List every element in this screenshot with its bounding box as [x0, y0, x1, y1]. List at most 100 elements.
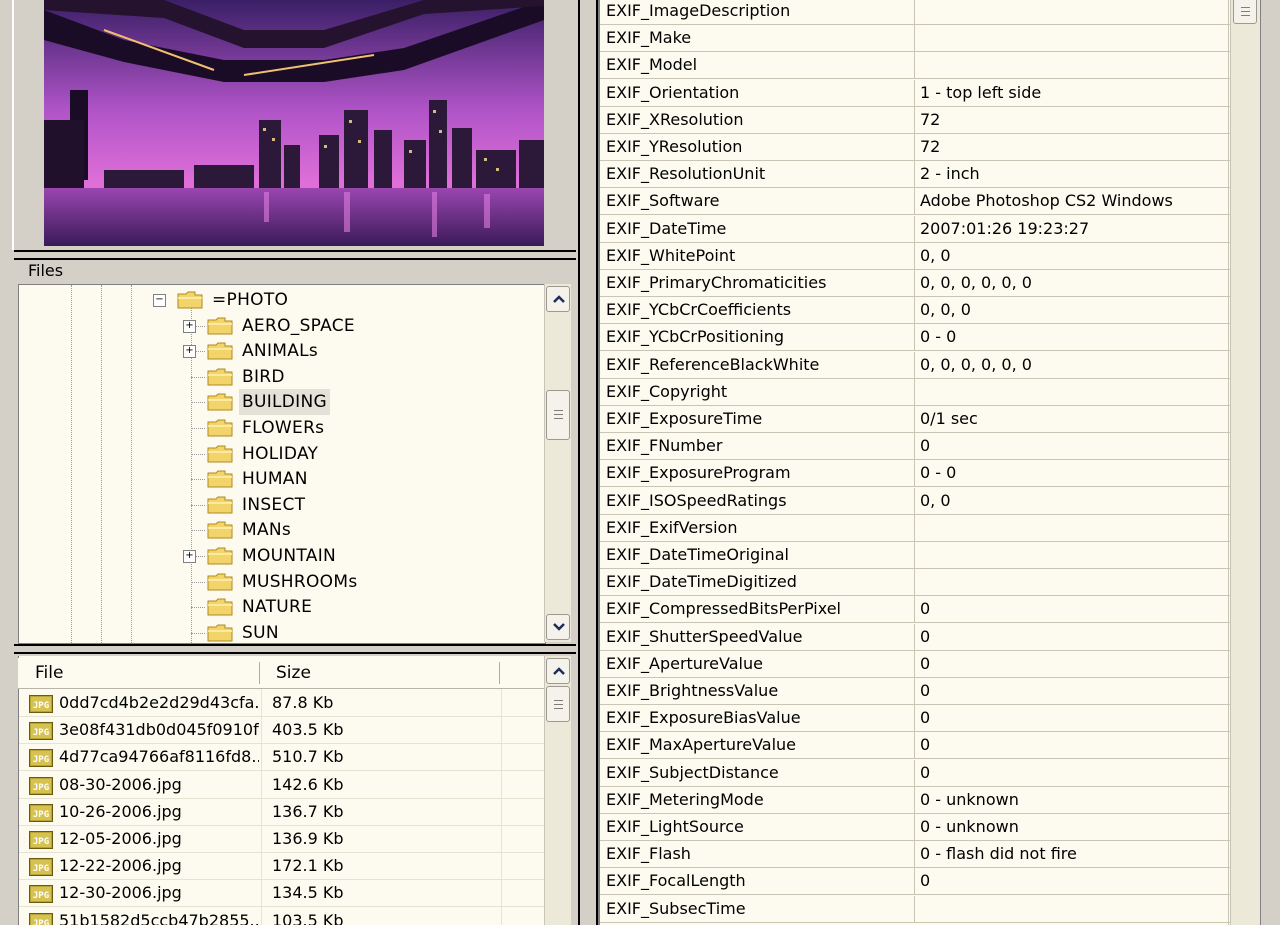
- exif-row[interactable]: EXIF_DateTimeOriginal: [600, 542, 1232, 569]
- exif-row[interactable]: EXIF_YCbCrCoefficients 0, 0, 0: [600, 297, 1232, 325]
- expand-plus-icon[interactable]: +: [183, 319, 196, 333]
- exif-row[interactable]: EXIF_ExposureBiasValue 0: [600, 705, 1232, 733]
- exif-row[interactable]: EXIF_DateTime 2007:01:26 19:23:27: [600, 215, 1232, 243]
- exif-tag-value: 0: [920, 599, 931, 619]
- exif-row[interactable]: EXIF_Copyright: [600, 378, 1232, 406]
- chevron-down-icon[interactable]: [546, 614, 570, 640]
- svg-text:JPG: JPG: [33, 891, 49, 901]
- svg-text:JPG: JPG: [33, 755, 49, 765]
- exif-row[interactable]: EXIF_Flash 0 - flash did not fire: [600, 841, 1232, 869]
- file-name: 10-26-2006.jpg: [59, 801, 182, 821]
- exif-tag-value: 0: [920, 735, 931, 755]
- column-header-file[interactable]: File: [35, 658, 63, 688]
- exif-row[interactable]: EXIF_SubsecTime: [600, 895, 1232, 923]
- file-list-scrollbar[interactable]: [544, 656, 571, 925]
- exif-tag-value: 0/1 sec: [920, 409, 978, 428]
- exif-scroll-thumb[interactable]: [1233, 0, 1257, 24]
- exif-row[interactable]: EXIF_CompressedBitsPerPixel 0: [600, 596, 1232, 624]
- exif-tag-name: EXIF_YCbCrPositioning: [606, 327, 785, 347]
- collapse-minus-icon[interactable]: −: [153, 294, 166, 307]
- tree-splitter[interactable]: [14, 644, 576, 654]
- file-list-scroll-thumb[interactable]: [546, 686, 570, 722]
- column-header-size[interactable]: Size: [276, 658, 311, 688]
- exif-tag-name: EXIF_LightSource: [606, 817, 744, 836]
- svg-text:JPG: JPG: [33, 810, 49, 820]
- jpg-file-icon: JPG: [29, 803, 53, 822]
- exif-row[interactable]: EXIF_Software Adobe Photoshop CS2 Windows: [600, 188, 1232, 216]
- preview-splitter[interactable]: [14, 250, 576, 260]
- exif-row[interactable]: EXIF_DateTimeDigitized: [600, 569, 1232, 597]
- jpg-file-icon: JPG: [29, 884, 53, 904]
- tree-item-label: BIRD: [242, 366, 285, 387]
- exif-tag-value: 0: [920, 708, 931, 728]
- exif-tag-value: 0, 0: [920, 490, 951, 510]
- exif-row[interactable]: EXIF_Model: [600, 52, 1232, 80]
- exif-tag-value: 0 - unknown: [920, 789, 1019, 809]
- folder-icon: [207, 496, 233, 514]
- exif-row[interactable]: EXIF_PrimaryChromaticities 0, 0, 0, 0, 0,…: [600, 270, 1232, 297]
- file-name: 0dd7cd4b2e2d29d43cfa...: [59, 693, 259, 712]
- chevron-up-icon[interactable]: [546, 286, 570, 312]
- exif-row[interactable]: EXIF_ShutterSpeedValue 0: [600, 623, 1232, 651]
- image-preview: [44, 0, 544, 246]
- exif-tag-name: EXIF_XResolution: [606, 109, 744, 129]
- exif-row[interactable]: EXIF_LightSource 0 - unknown: [600, 814, 1232, 841]
- file-size: 172.1 Kb: [272, 856, 344, 876]
- exif-tag-name: EXIF_ReferenceBlackWhite: [606, 354, 820, 374]
- exif-row[interactable]: EXIF_WhitePoint 0, 0: [600, 242, 1232, 270]
- exif-row[interactable]: EXIF_ISOSpeedRatings 0, 0: [600, 487, 1232, 515]
- folder-tree-scroll-thumb[interactable]: [546, 390, 570, 440]
- exif-tag-name: EXIF_MaxApertureValue: [606, 735, 797, 755]
- exif-tag-name: EXIF_ExposureBiasValue: [606, 708, 801, 728]
- exif-tag-value: 0, 0, 0, 0, 0, 0: [920, 273, 1032, 292]
- folder-tree-scrollbar[interactable]: [544, 284, 571, 642]
- file-size: 103.5 Kb: [272, 910, 344, 925]
- file-row[interactable]: JPG 51b1582d5ccb47b2855... 103.5 Kb: [19, 906, 545, 925]
- exif-row[interactable]: EXIF_MeteringMode 0 - unknown: [600, 786, 1232, 814]
- folder-icon: [207, 573, 233, 591]
- file-row[interactable]: JPG 12-30-2006.jpg 134.5 Kb: [19, 879, 545, 908]
- file-row[interactable]: JPG 0dd7cd4b2e2d29d43cfa... 87.8 Kb: [19, 689, 545, 717]
- file-name: 12-30-2006.jpg: [59, 883, 182, 903]
- exif-row[interactable]: EXIF_ExposureProgram 0 - 0: [600, 460, 1232, 488]
- exif-row[interactable]: EXIF_Make: [600, 25, 1232, 53]
- expand-plus-icon[interactable]: +: [183, 345, 196, 359]
- file-row[interactable]: JPG 4d77ca94766af8116fd8... 510.7 Kb: [19, 743, 545, 772]
- chevron-up-icon[interactable]: [546, 658, 570, 684]
- tree-item-label: =PHOTO: [212, 290, 289, 310]
- file-name: 51b1582d5ccb47b2855...: [59, 910, 259, 925]
- exif-row[interactable]: EXIF_ExposureTime 0/1 sec: [600, 406, 1232, 433]
- exif-row[interactable]: EXIF_ResolutionUnit 2 - inch: [600, 161, 1232, 189]
- file-name: 12-22-2006.jpg: [59, 856, 182, 876]
- exif-row[interactable]: EXIF_ApertureValue 0: [600, 650, 1232, 678]
- panel-divider[interactable]: [578, 0, 598, 925]
- exif-table-scrollbar[interactable]: [1230, 0, 1261, 925]
- file-list[interactable]: JPG 0dd7cd4b2e2d29d43cfa... 87.8 Kb JPG 3e08…: [18, 656, 545, 925]
- exif-row[interactable]: EXIF_XResolution 72: [600, 106, 1232, 134]
- jpg-file-icon: JPG: [29, 857, 53, 877]
- file-row[interactable]: JPG 12-22-2006.jpg 172.1 Kb: [19, 852, 545, 881]
- exif-row[interactable]: EXIF_Orientation 1 - top left side: [600, 79, 1232, 107]
- file-row[interactable]: JPG 12-05-2006.jpg 136.9 Kb: [19, 825, 545, 853]
- tree-item-label: HOLIDAY: [242, 443, 319, 464]
- exif-row[interactable]: EXIF_YCbCrPositioning 0 - 0: [600, 324, 1232, 352]
- exif-row[interactable]: EXIF_ImageDescription: [600, 0, 1232, 25]
- file-row[interactable]: JPG 10-26-2006.jpg 136.7 Kb: [19, 797, 545, 826]
- file-list-header: File Size: [18, 658, 544, 689]
- exif-row[interactable]: EXIF_YResolution 72: [600, 134, 1232, 161]
- jpg-file-icon: JPG: [29, 776, 53, 795]
- exif-tag-name: EXIF_FocalLength: [606, 871, 746, 891]
- tree-item-label: INSECT: [242, 494, 306, 515]
- folder-tree[interactable]: =PHOTO − AERO_SPACE + ANIMALs + BIRD BUILDING FL…: [18, 284, 546, 644]
- exif-row[interactable]: EXIF_ExifVersion: [600, 514, 1232, 542]
- exif-row[interactable]: EXIF_SubjectDistance 0: [600, 759, 1232, 787]
- exif-tag-name: EXIF_FNumber: [606, 436, 723, 456]
- exif-row[interactable]: EXIF_MaxApertureValue 0: [600, 732, 1232, 760]
- exif-row[interactable]: EXIF_FNumber 0: [600, 433, 1232, 461]
- exif-row[interactable]: EXIF_FocalLength 0: [600, 868, 1232, 896]
- exif-row[interactable]: EXIF_BrightnessValue 0: [600, 678, 1232, 705]
- file-row[interactable]: JPG 08-30-2006.jpg 142.6 Kb: [19, 770, 545, 799]
- exif-row[interactable]: EXIF_ReferenceBlackWhite 0, 0, 0, 0, 0, 0: [600, 351, 1232, 379]
- expand-plus-icon[interactable]: +: [183, 550, 196, 563]
- file-row[interactable]: JPG 3e08f431db0d045f0910f... 403.5 Kb: [19, 716, 545, 745]
